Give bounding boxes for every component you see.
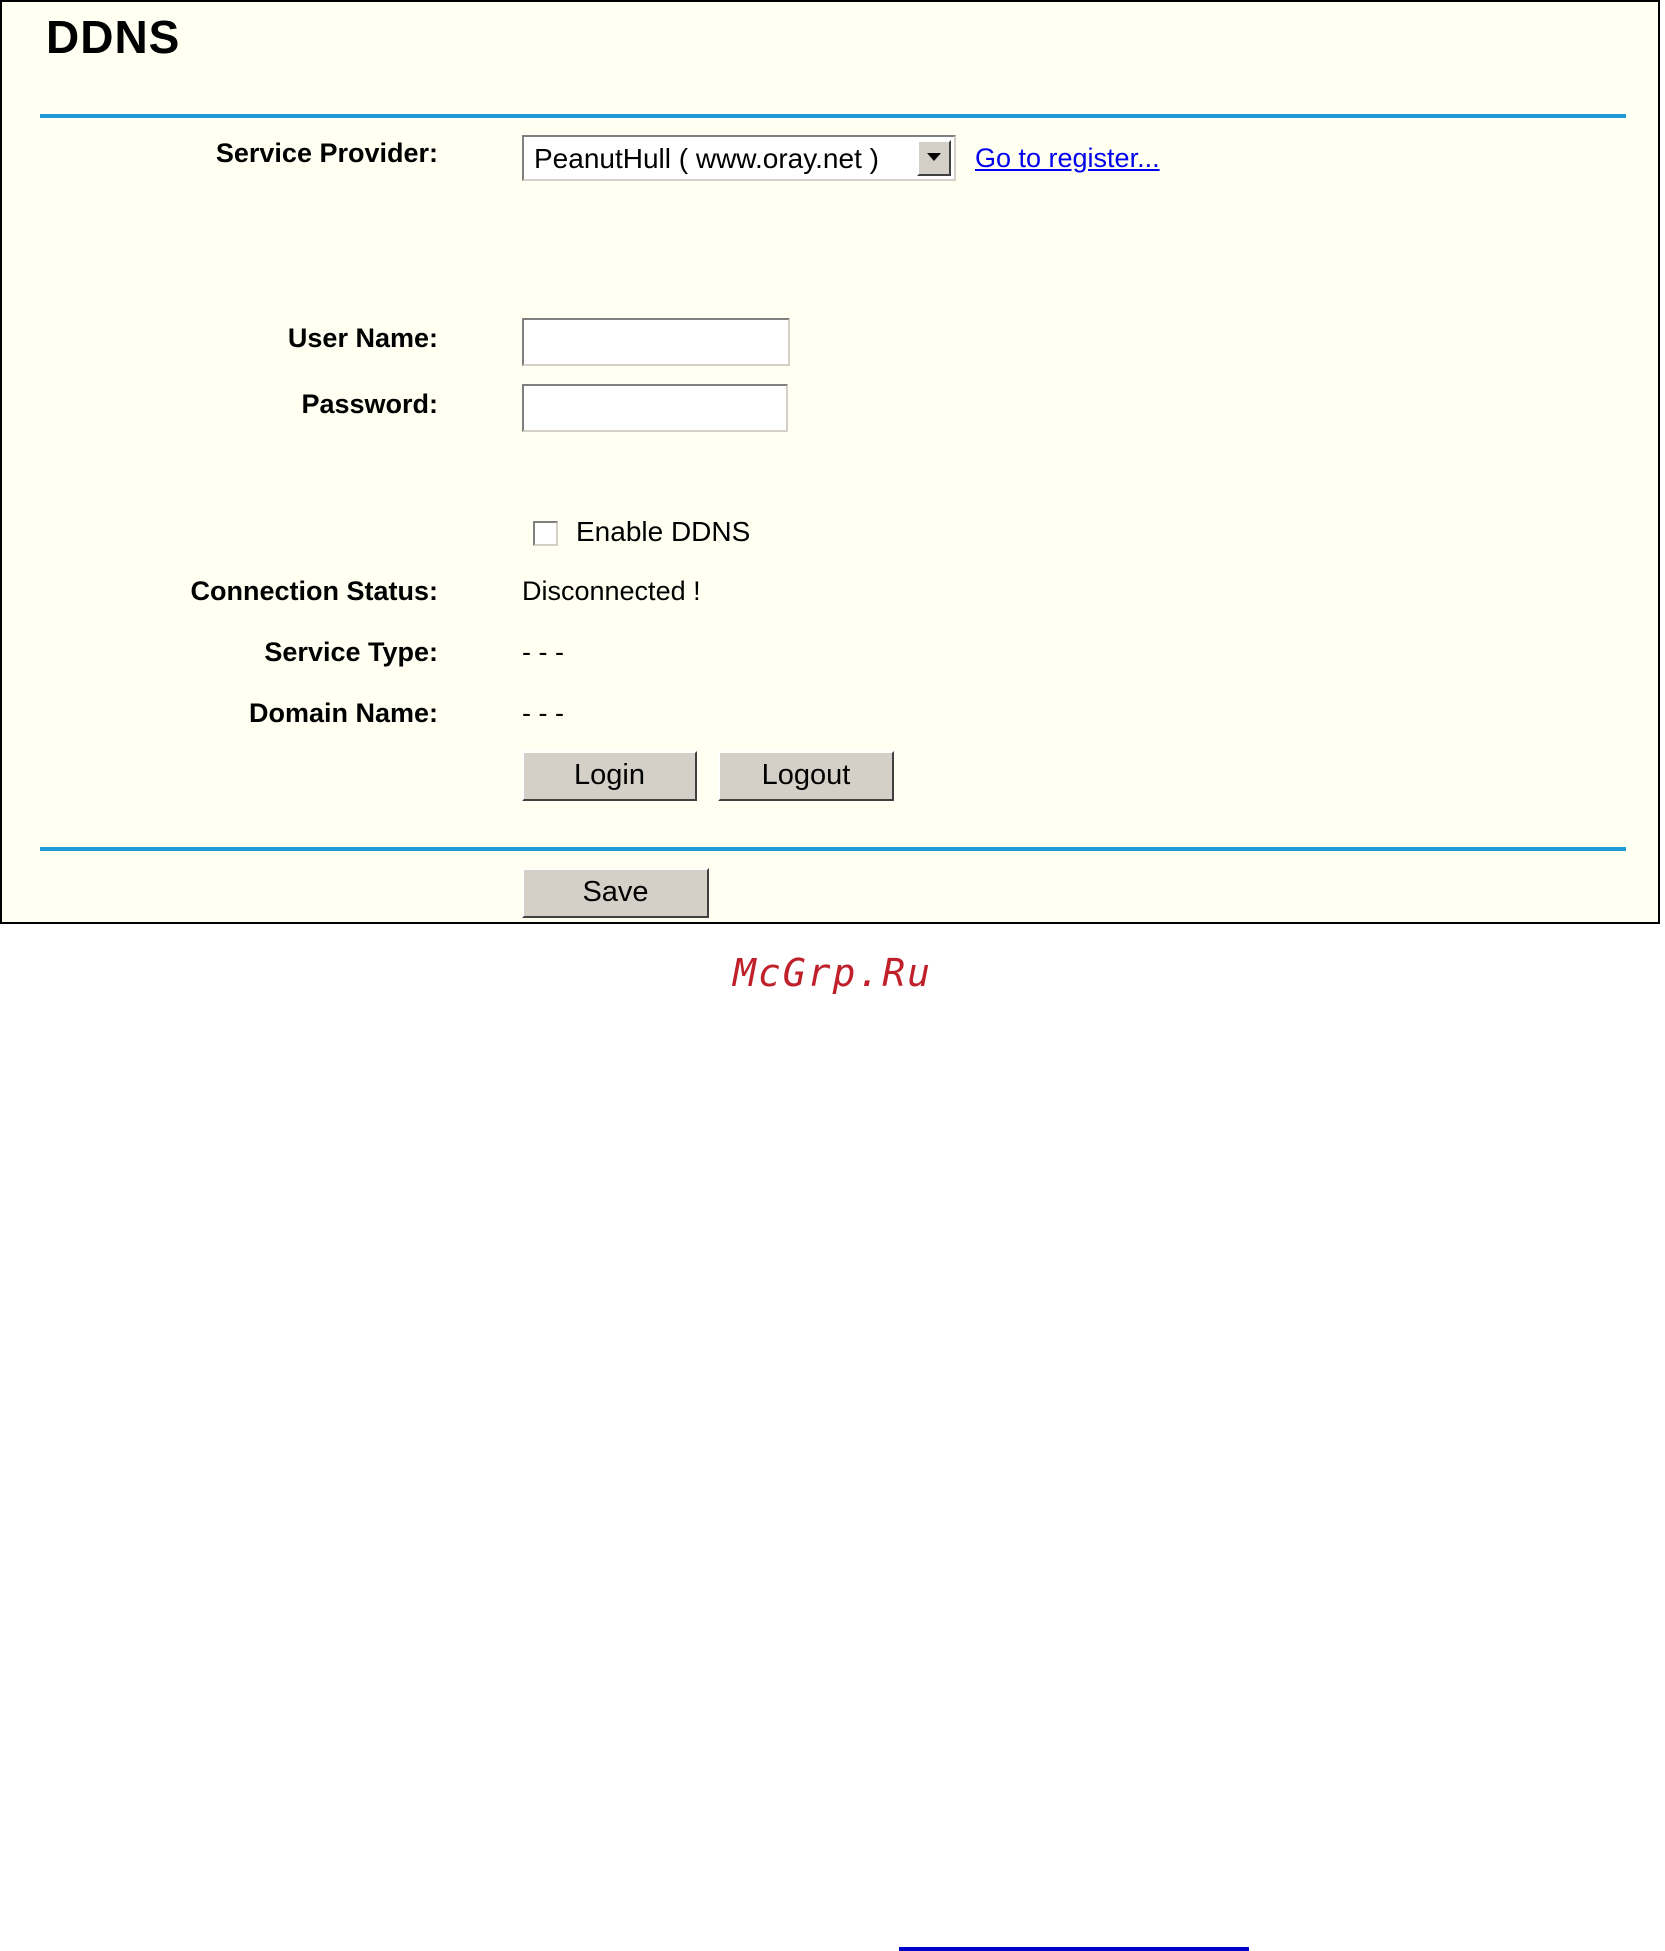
enable-ddns-label[interactable]: Enable DDNS bbox=[576, 516, 750, 548]
service-provider-label: Service Provider: bbox=[215, 138, 438, 168]
connection-status-value: Disconnected ! bbox=[522, 576, 701, 606]
service-provider-selected-value: PeanutHull ( www.oray.net ) bbox=[534, 143, 879, 174]
bottom-blue-line bbox=[899, 1947, 1249, 1951]
domain-name-label: Domain Name: bbox=[248, 698, 438, 728]
service-type-label: Service Type: bbox=[264, 637, 438, 667]
domain-name-value: - - - bbox=[522, 698, 564, 728]
chevron-down-icon bbox=[927, 153, 941, 161]
save-button[interactable]: Save bbox=[522, 868, 709, 918]
password-input[interactable] bbox=[522, 384, 788, 432]
bottom-divider bbox=[40, 847, 1626, 851]
logout-button[interactable]: Logout bbox=[718, 751, 894, 801]
ddns-panel: DDNS Service Provider: PeanutHull ( www.… bbox=[0, 0, 1660, 924]
user-name-input[interactable] bbox=[522, 318, 790, 366]
enable-ddns-checkbox[interactable] bbox=[533, 521, 558, 546]
service-type-value: - - - bbox=[522, 637, 564, 667]
go-to-register-link[interactable]: Go to register... bbox=[975, 143, 1160, 174]
service-provider-select[interactable]: PeanutHull ( www.oray.net ) bbox=[522, 135, 956, 181]
top-divider bbox=[40, 114, 1626, 118]
password-label: Password: bbox=[301, 389, 438, 419]
page-title: DDNS bbox=[46, 11, 181, 63]
user-name-label: User Name: bbox=[287, 323, 438, 353]
dropdown-arrow-button[interactable] bbox=[917, 140, 951, 176]
connection-status-label: Connection Status: bbox=[190, 576, 439, 606]
watermark-text: McGrp.Ru bbox=[732, 951, 933, 995]
login-button[interactable]: Login bbox=[522, 751, 697, 801]
